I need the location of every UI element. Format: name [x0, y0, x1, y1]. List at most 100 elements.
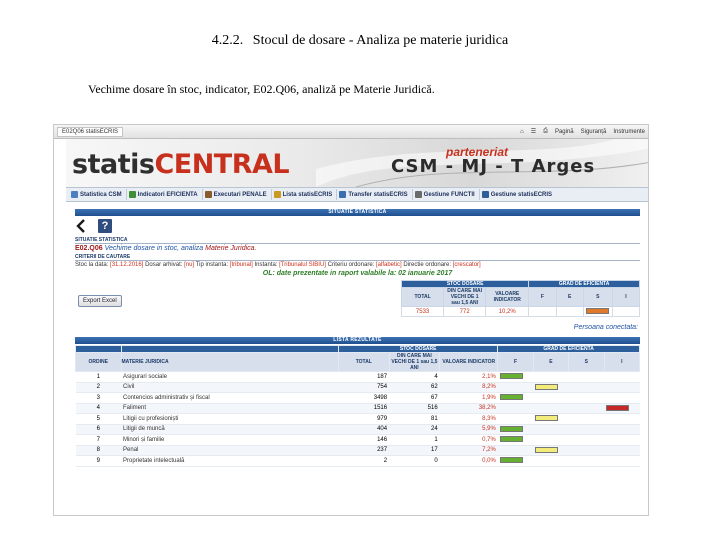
site-banner: statisCENTRAL parteneriat CSM - MJ - T A…: [66, 139, 648, 187]
cell-ordine: 8: [75, 445, 122, 456]
cell-ani: 67: [389, 392, 440, 404]
results-section-bar: LISTA REZULTATE: [75, 337, 640, 344]
report-code: E02.Q06: [75, 245, 103, 252]
table-row[interactable]: 7 Minori și familie 146 1 0,7%: [75, 434, 640, 446]
back-arrow-icon[interactable]: [76, 219, 86, 233]
help-icon[interactable]: ?: [98, 219, 112, 233]
menu-item[interactable]: Executari PENALE: [203, 189, 272, 200]
table-row[interactable]: 8 Penal 237 17 7,2%: [75, 445, 640, 456]
menu-item-label: Executari PENALE: [213, 191, 267, 198]
cell-valoare: 8,3%: [439, 413, 498, 425]
col-valoare-header[interactable]: VALOARE INDICATOR: [439, 352, 499, 372]
cell-ordine: 4: [75, 403, 122, 414]
col-f-header: F: [528, 287, 557, 307]
cell-grade-s: [568, 392, 605, 404]
col-ordine-header[interactable]: ORDINE: [75, 352, 122, 372]
cell-valoare: 5,9%: [439, 424, 498, 435]
cell-grade-f: [497, 371, 534, 383]
transfer-icon: [339, 191, 347, 198]
menu-item-label: Statistica CSM: [80, 191, 122, 198]
table-row[interactable]: 6 Litigii de muncă 404 24 5,9%: [75, 424, 640, 435]
cell-materie: Minori și familie: [121, 434, 339, 446]
criteria-label: CRITERII DE CAUTARE: [75, 254, 640, 261]
grade-bar: [499, 457, 523, 464]
home-icon[interactable]: ⌂: [520, 129, 524, 135]
print-icon[interactable]: ⎙: [543, 128, 548, 135]
cell-ani: 0: [389, 455, 440, 467]
col-total-header[interactable]: TOTAL: [338, 352, 390, 372]
gauge-icon: [128, 191, 136, 198]
col-total-header: TOTAL: [400, 287, 445, 307]
data-validity-note: OL: date prezentate in raport valabile l…: [262, 270, 453, 277]
cell-grade-i: [604, 392, 640, 404]
table-row[interactable]: 3 Contencios administrativ și fiscal 3498 6…: [75, 392, 640, 404]
cell-grade-i: [604, 413, 640, 425]
menu-item-label: Gestiune FUNCTII: [423, 191, 475, 198]
report-code-line: E02.Q06 Vechime dosare in stoc, analiza …: [75, 244, 640, 253]
summary-ani: 772: [443, 306, 487, 317]
summary-grade-s: [582, 306, 613, 317]
cell-ordine: 9: [75, 455, 122, 467]
crit-text: Criteriu ordonare:: [325, 262, 376, 268]
menu-item[interactable]: Indicatori EFICIENTA: [127, 189, 203, 200]
menu-item[interactable]: Gestiune FUNCTII: [413, 189, 480, 200]
table-row[interactable]: 5 Litigii cu profesioniști 979 81 8,3%: [75, 413, 640, 425]
cell-ordine: 3: [75, 392, 122, 404]
table-row[interactable]: 9 Proprietate intelectuală 2 0 0,0%: [75, 455, 640, 467]
cell-grade-i: [604, 434, 640, 446]
tool-page[interactable]: Pagină: [555, 129, 574, 135]
crit-value: [nu]: [184, 262, 195, 268]
feeds-icon[interactable]: ☰: [531, 128, 536, 135]
logo-part2: CENTRAL: [154, 149, 290, 180]
cell-materie: Penal: [121, 445, 339, 456]
cell-grade-s: [568, 424, 605, 435]
col-f-header: F: [497, 352, 534, 372]
browser-tab[interactable]: E02Q06 statisECRIS: [57, 126, 124, 137]
grade-bar: [499, 436, 523, 443]
table-row[interactable]: 1 Asigurari sociale 187 4 2,1%: [75, 371, 640, 383]
cell-materie: Civil: [121, 382, 339, 393]
menu-item[interactable]: Lista statisECRIS: [272, 189, 338, 200]
cell-ani: 81: [389, 413, 440, 425]
heading-title: Stocul de dosare - Analiza pe materie ju…: [252, 33, 509, 48]
document-caption: Vechime dosare în stoc, indicator, E02.Q…: [88, 82, 435, 96]
cell-total: 2: [338, 455, 390, 467]
cell-grade-s: [568, 455, 605, 467]
menu-item-label: Lista statisECRIS: [282, 191, 333, 198]
crit-value: [31.12.2016]: [110, 262, 144, 268]
cell-grade-f: [497, 382, 534, 393]
summary-total: 7533: [400, 306, 445, 317]
col-materie-header[interactable]: MATERIE JURIDICA: [120, 352, 340, 372]
cell-ordine: 1: [75, 371, 122, 383]
table-row[interactable]: 4 Faliment 1516 516 38,2%: [75, 403, 640, 414]
col-ani-header[interactable]: DIN CARE MAI VECHI DE 1 sau 1,5 ANI: [388, 352, 441, 372]
cell-total: 187: [338, 371, 390, 383]
cell-grade-f: [497, 434, 534, 446]
results-section: LISTA REZULTATE STOC DOSARE GRAD DE EFIC…: [75, 337, 641, 467]
col-s-header: S: [582, 287, 613, 307]
cell-grade-e: [533, 403, 569, 414]
table-row[interactable]: 2 Civil 754 62 8,2%: [75, 382, 640, 393]
tool-safety[interactable]: Siguranță: [581, 129, 607, 135]
export-excel-button[interactable]: Export Excel: [78, 295, 122, 307]
cell-grade-s: [568, 382, 605, 393]
cell-grade-s: [568, 445, 605, 456]
menu-item[interactable]: Statistica CSM: [69, 189, 127, 200]
menu-item[interactable]: Transfer statisECRIS: [337, 189, 413, 200]
cell-ordine: 5: [75, 413, 122, 425]
col-i-header: I: [611, 287, 641, 307]
col-ani-header: DIN CARE MAI VECHI DE 1 sau 1,5 ANI: [443, 287, 487, 307]
menu-item[interactable]: Gestiune statisECRIS: [480, 189, 556, 200]
crit-value: [Tribunalul SIBIU]: [279, 262, 326, 268]
stoc-group-header: STOC DOSARE: [400, 280, 530, 288]
results-table: STOC DOSARE GRAD DE EFICIENTA ORDINE MAT…: [75, 345, 641, 467]
tool-instruments[interactable]: Instrumente: [613, 129, 645, 135]
document-heading: 4.2.2. Stocul de dosare - Analiza pe mat…: [0, 33, 720, 49]
nav-row: ?: [75, 216, 640, 236]
site-logo[interactable]: statisCENTRAL: [72, 149, 290, 180]
cell-ani: 24: [389, 424, 440, 435]
list-icon: [273, 191, 281, 198]
cell-grade-e: [533, 445, 569, 456]
report-desc-3: Materie Juridica.: [205, 245, 257, 252]
cell-valoare: 0,0%: [439, 455, 498, 467]
